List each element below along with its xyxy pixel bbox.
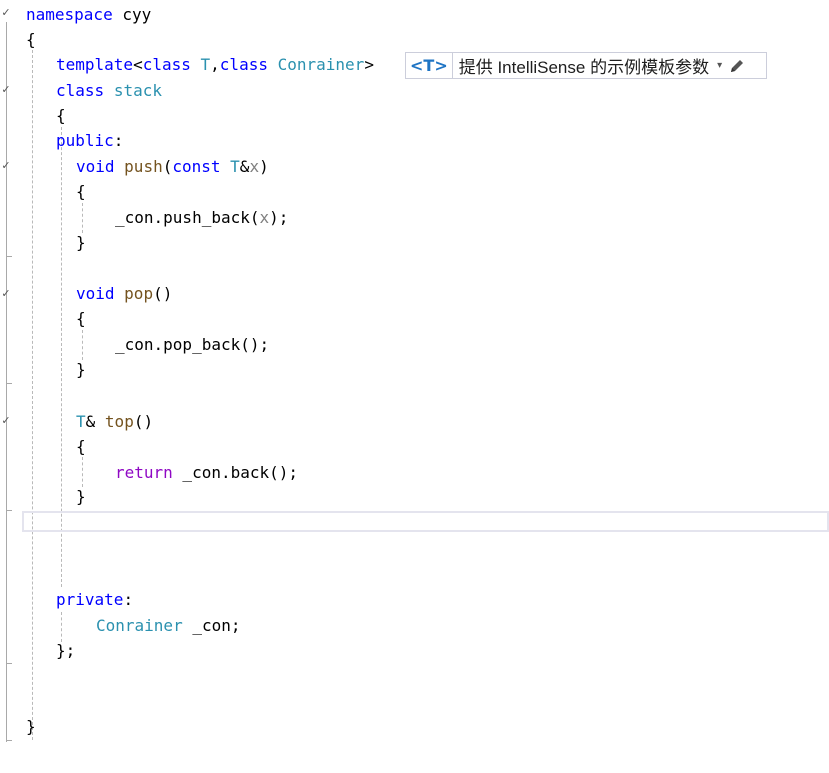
type-name: T: [230, 157, 240, 176]
function-name: top: [104, 412, 134, 431]
indent-guide: [82, 330, 83, 360]
punctuation: &: [85, 412, 96, 431]
fold-end-marker: [6, 740, 12, 741]
punctuation: ): [259, 157, 269, 176]
code-line[interactable]: {: [76, 306, 86, 331]
code-line[interactable]: }: [76, 230, 86, 255]
punctuation: <: [133, 55, 143, 74]
keyword: class: [56, 81, 105, 100]
code-line[interactable]: namespace cyy: [26, 2, 151, 27]
parameter: x: [249, 157, 260, 176]
code-line[interactable]: void push(const T&x): [76, 154, 269, 179]
brace: {: [76, 437, 86, 456]
brace: {: [76, 182, 86, 201]
code-line[interactable]: void pop(): [76, 281, 172, 306]
type-name: T: [200, 55, 211, 74]
code-line[interactable]: {: [76, 179, 86, 204]
punctuation: (: [162, 157, 173, 176]
statement: _con.pop_back();: [115, 335, 270, 354]
statement: _con.back();: [172, 463, 299, 482]
identifier: _con;: [182, 616, 241, 635]
code-line[interactable]: return _con.back();: [115, 460, 298, 485]
code-line[interactable]: template<class T,class Conrainer>: [56, 52, 374, 77]
keyword: private: [56, 590, 124, 609]
current-line-highlight: [22, 511, 829, 532]
code-line[interactable]: Conrainer _con;: [96, 613, 241, 638]
code-line[interactable]: {: [56, 103, 66, 128]
keyword: public: [56, 131, 114, 150]
brace: }: [76, 487, 86, 506]
brace: }: [26, 717, 36, 736]
brace: };: [56, 641, 76, 660]
punctuation: (): [153, 284, 173, 303]
template-param-badge[interactable]: <T>: [406, 53, 453, 78]
function-name: push: [124, 157, 163, 176]
punctuation: );: [269, 208, 289, 227]
pencil-icon[interactable]: [728, 57, 746, 75]
brace: }: [76, 360, 86, 379]
punctuation: >: [364, 55, 374, 74]
indent-guide: [32, 50, 33, 740]
fold-end-marker: [6, 510, 12, 511]
punctuation: ,: [210, 55, 220, 74]
code-line[interactable]: private:: [56, 587, 133, 612]
code-line[interactable]: }: [76, 357, 86, 382]
fold-toggle[interactable]: ✓: [0, 84, 12, 96]
code-line[interactable]: };: [56, 638, 75, 663]
statement: _con.push_back(: [115, 208, 260, 227]
punctuation: :: [123, 590, 134, 609]
brace: }: [76, 233, 86, 252]
code-line[interactable]: }: [26, 714, 36, 739]
keyword: class: [219, 55, 268, 74]
parameter: x: [259, 208, 270, 227]
code-line[interactable]: }: [76, 484, 86, 509]
indent-guide: [82, 457, 83, 487]
type-name: stack: [113, 81, 162, 100]
brace: {: [76, 309, 86, 328]
keyword: void: [76, 157, 115, 176]
code-line[interactable]: T& top(): [76, 409, 153, 434]
type-name: Conrainer: [277, 55, 365, 74]
code-line[interactable]: _con.pop_back();: [115, 332, 269, 357]
keyword: return: [115, 463, 173, 482]
chevron-down-icon[interactable]: ▾: [717, 60, 722, 71]
keyword: template: [56, 55, 134, 74]
type-name: Conrainer: [96, 616, 183, 635]
indent-guide: [82, 203, 83, 233]
identifier: cyy: [112, 5, 152, 24]
keyword: namespace: [26, 5, 113, 24]
brace: {: [56, 106, 66, 125]
code-line[interactable]: public:: [56, 128, 123, 153]
keyword: class: [142, 55, 191, 74]
code-line[interactable]: {: [26, 27, 36, 52]
fold-toggle[interactable]: ✓: [0, 7, 12, 19]
template-args-hint[interactable]: <T> 提供 IntelliSense 的示例模板参数 ▾: [405, 52, 767, 79]
punctuation: (): [133, 412, 154, 431]
keyword: void: [76, 284, 115, 303]
punctuation: :: [113, 131, 124, 150]
fold-toggle[interactable]: ✓: [0, 415, 12, 427]
hint-text: 提供 IntelliSense 的示例模板参数: [458, 58, 710, 77]
code-line[interactable]: class stack: [56, 78, 162, 103]
fold-toggle[interactable]: ✓: [0, 160, 12, 172]
code-line[interactable]: _con.push_back(x);: [115, 205, 288, 230]
punctuation: &: [239, 157, 250, 176]
code-line[interactable]: {: [76, 434, 86, 459]
fold-end-marker: [6, 256, 12, 257]
fold-end-marker: [6, 383, 12, 384]
brace: {: [26, 30, 36, 49]
type-name: T: [76, 412, 86, 431]
fold-bar: [6, 22, 7, 742]
fold-toggle[interactable]: ✓: [0, 288, 12, 300]
fold-end-marker: [6, 663, 12, 664]
function-name: pop: [124, 284, 154, 303]
keyword: const: [172, 157, 221, 176]
